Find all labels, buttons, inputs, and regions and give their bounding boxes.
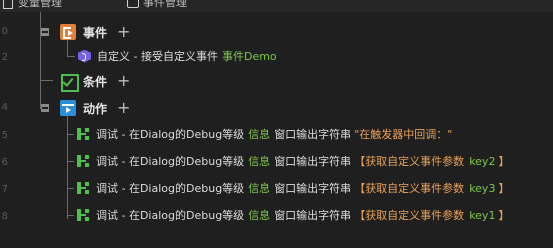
tree-line	[67, 134, 74, 135]
section-label: 动作	[83, 101, 108, 116]
action-text: 调试 - 在Dialog的Debug等级	[96, 182, 245, 195]
tree-line	[67, 215, 74, 216]
tree-line	[67, 56, 75, 57]
line-number: 2	[1, 52, 8, 63]
line-number: 8	[1, 211, 8, 222]
debug-node-icon	[76, 208, 90, 222]
tab-label: 变量管理	[18, 0, 62, 9]
action-text: 调试 - 在Dialog的Debug等级	[96, 128, 245, 141]
section-action[interactable]: 动作 +	[60, 96, 130, 120]
add-condition-button[interactable]: +	[117, 73, 130, 89]
tab-variable-manager[interactable]: 变量管理	[2, 0, 62, 10]
action-item[interactable]: 调试 - 在Dialog的Debug等级 信息 窗口输出字符串 " 在触发器中回调…	[76, 122, 452, 146]
param-open-bracket: 【	[354, 209, 366, 222]
action-icon	[60, 100, 76, 116]
tree-line	[40, 12, 41, 108]
string-value[interactable]: 在触发器中回调：	[359, 126, 447, 142]
debug-level[interactable]: 信息	[248, 126, 270, 142]
action-mid-text: 窗口输出字符串	[274, 209, 352, 222]
line-number: 5	[1, 130, 8, 141]
string-close: "	[447, 127, 453, 141]
param-function[interactable]: 获取自定义事件参数	[365, 180, 464, 196]
param-key[interactable]: key3	[469, 182, 495, 195]
action-item[interactable]: 调试 - 在Dialog的Debug等级 信息 窗口输出字符串 【获取自定义事件…	[76, 203, 509, 227]
custom-event-icon	[78, 50, 91, 63]
section-label: 条件	[83, 74, 108, 89]
collapse-toggle[interactable]	[41, 28, 49, 36]
param-key[interactable]: key1	[469, 209, 495, 222]
event-tab-icon	[127, 0, 139, 8]
tree-line	[67, 116, 68, 219]
event-item-text: 自定义 - 接受自定义事件	[97, 50, 218, 63]
trigger-editor: 0 2 4 5 6 7 8 事件 + 自定义 - 接受自定义事件 事件Demo …	[0, 12, 553, 248]
tree-line	[67, 161, 74, 162]
action-text: 调试 - 在Dialog的Debug等级	[96, 209, 245, 222]
debug-level[interactable]: 信息	[248, 207, 270, 223]
param-key[interactable]: key2	[469, 155, 495, 168]
brackets-icon	[2, 0, 14, 9]
line-number: 7	[1, 184, 8, 195]
tab-label: 事件管理	[143, 0, 187, 9]
action-mid-text: 窗口输出字符串	[274, 155, 352, 168]
line-number-gutter: 0 2 4 5 6 7 8	[0, 12, 14, 248]
add-action-button[interactable]: +	[117, 100, 130, 116]
line-number: 6	[1, 157, 8, 168]
param-open-bracket: 【	[354, 182, 366, 195]
param-close-bracket: 】	[498, 209, 510, 222]
action-text: 调试 - 在Dialog的Debug等级	[96, 155, 245, 168]
add-event-button[interactable]: +	[117, 24, 130, 40]
action-item[interactable]: 调试 - 在Dialog的Debug等级 信息 窗口输出字符串 【获取自定义事件…	[76, 176, 509, 200]
line-number: 4	[1, 102, 8, 113]
debug-node-icon	[76, 154, 90, 168]
section-event[interactable]: 事件 +	[60, 20, 130, 44]
debug-level[interactable]: 信息	[248, 153, 270, 169]
action-item[interactable]: 调试 - 在Dialog的Debug等级 信息 窗口输出字符串 【获取自定义事件…	[76, 149, 509, 173]
action-mid-text: 窗口输出字符串	[274, 182, 352, 195]
tree-line	[40, 80, 53, 81]
tab-event-manager[interactable]: 事件管理	[127, 0, 187, 10]
debug-level[interactable]: 信息	[248, 180, 270, 196]
event-item[interactable]: 自定义 - 接受自定义事件 事件Demo	[78, 44, 277, 68]
event-item-value[interactable]: 事件Demo	[222, 48, 277, 64]
condition-icon	[60, 73, 79, 92]
debug-node-icon	[76, 181, 90, 195]
param-open-bracket: 【	[354, 155, 366, 168]
collapse-toggle[interactable]	[41, 104, 49, 112]
event-icon	[60, 24, 76, 40]
tab-bar: 变量管理 事件管理	[0, 0, 553, 12]
debug-node-icon	[76, 127, 90, 141]
section-label: 事件	[83, 25, 108, 40]
param-function[interactable]: 获取自定义事件参数	[365, 207, 464, 223]
line-number: 0	[1, 26, 8, 37]
action-mid-text: 窗口输出字符串	[274, 128, 352, 141]
section-condition[interactable]: 条件 +	[60, 69, 130, 93]
param-close-bracket: 】	[498, 182, 510, 195]
tree-line	[67, 188, 74, 189]
param-close-bracket: 】	[498, 155, 510, 168]
param-function[interactable]: 获取自定义事件参数	[365, 153, 464, 169]
